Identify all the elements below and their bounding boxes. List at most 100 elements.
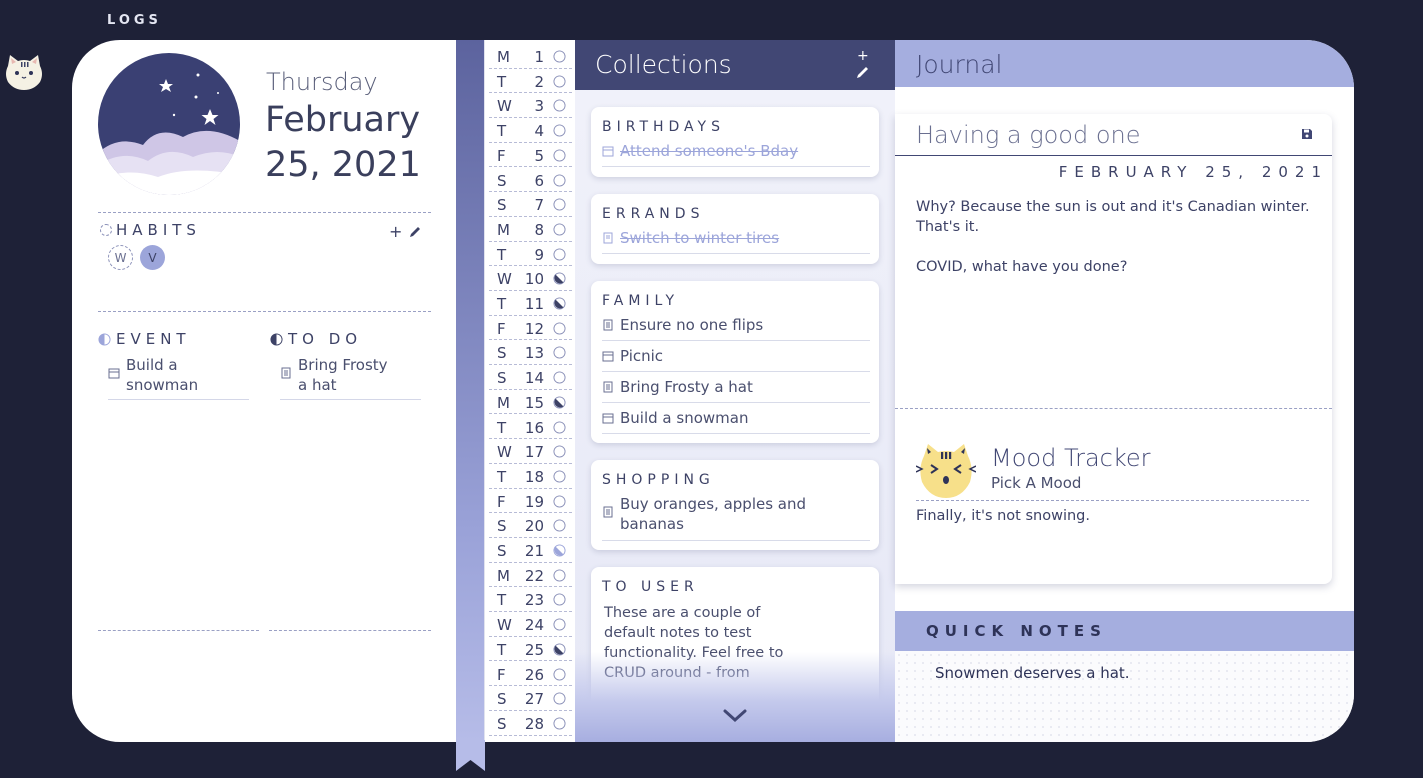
month-day-row[interactable]: S 14 (489, 365, 572, 390)
collection-title: FAMILY (602, 293, 680, 309)
day-letter: S (497, 171, 507, 190)
day-mood-circle-icon[interactable] (553, 272, 566, 285)
add-collection-button[interactable]: + (857, 48, 869, 64)
habit-v-toggle[interactable]: V (140, 245, 165, 270)
month-day-row[interactable]: S 20 (489, 513, 572, 538)
event-item[interactable]: Build a snowman (108, 355, 248, 395)
collection-item[interactable]: Build a snowman (602, 408, 870, 434)
day-mood-circle-icon[interactable] (553, 346, 566, 359)
day-mood-circle-icon[interactable] (553, 667, 566, 681)
mood-note-text[interactable]: Finally, it's not snowing. (916, 508, 1090, 524)
item-underline (108, 399, 249, 400)
day-mood-circle-icon[interactable] (553, 124, 566, 137)
month-day-row[interactable]: S 27 (489, 686, 572, 711)
month-day-row[interactable]: T9 (489, 242, 572, 267)
day-mood-circle-icon[interactable] (553, 495, 566, 508)
month-day-row[interactable]: S 13 (489, 340, 572, 366)
month-day-row[interactable]: T 23 (489, 587, 572, 613)
logs-label[interactable]: LOGS (107, 13, 162, 28)
habit-w-toggle[interactable]: W (108, 245, 133, 270)
day-number: 4 (534, 122, 544, 141)
day-mood-circle-icon[interactable] (553, 297, 566, 310)
day-number: 18 (524, 467, 544, 486)
journal-entry-title-input[interactable]: Having a good one (916, 121, 1141, 149)
day-mood-circle-icon[interactable] (553, 322, 566, 335)
collection-item[interactable]: Picnic (602, 346, 870, 372)
month-day-row[interactable]: F5 (489, 143, 572, 168)
save-icon[interactable] (1301, 128, 1313, 140)
day-mood-circle-icon[interactable] (553, 618, 566, 631)
month-day-row[interactable]: W 10 (489, 266, 572, 291)
collection-card-errands[interactable]: ERRANDS Switch to winter tires (591, 194, 879, 264)
bullet-journal-book: Thursday February 25, 2021 HABITS + W V … (72, 40, 1354, 742)
date-full: February 25, 2021 (265, 100, 421, 185)
month-day-row[interactable]: M 22 (489, 563, 572, 588)
collection-card-birthdays[interactable]: BIRTHDAYS Attend someone's Bday (591, 107, 879, 177)
day-mood-circle-icon[interactable] (553, 75, 566, 88)
collection-item[interactable]: Ensure no one flips (602, 315, 870, 341)
day-mood-circle-icon[interactable] (553, 519, 566, 532)
habits-title: HABITS (116, 221, 201, 239)
day-mood-circle-icon[interactable] (553, 643, 566, 656)
day-mood-circle-icon[interactable] (553, 198, 566, 211)
pick-mood-link[interactable]: Pick A Mood (991, 474, 1081, 492)
day-mood-circle-icon[interactable] (553, 420, 566, 434)
month-day-row[interactable]: F 26 (489, 662, 572, 687)
month-day-row[interactable]: M8 (489, 217, 572, 242)
quick-notes-area[interactable]: Snowmen deserves a hat. (895, 651, 1354, 742)
collection-item[interactable]: Attend someone's Bday (602, 141, 870, 167)
day-mood-circle-icon[interactable] (553, 470, 566, 483)
month-day-row[interactable]: W3 (489, 93, 572, 119)
chevron-down-icon[interactable] (722, 708, 748, 724)
collection-item[interactable]: Switch to winter tires (602, 228, 870, 254)
day-mood-circle-icon[interactable] (553, 99, 566, 112)
event-title: EVENT (116, 330, 191, 348)
month-day-row[interactable]: M1 (489, 44, 572, 69)
month-day-row[interactable]: S 21 (489, 538, 572, 563)
journal-entry-body[interactable]: Why? Because the sun is out and it's Can… (916, 197, 1326, 297)
tiger-mood-face-icon[interactable] (916, 442, 976, 500)
day-mood-circle-icon[interactable] (553, 569, 566, 582)
month-day-row[interactable]: F 12 (489, 316, 572, 341)
day-mood-circle-icon[interactable] (553, 248, 566, 261)
day-mood-circle-icon[interactable] (553, 445, 566, 458)
month-day-row[interactable]: W 17 (489, 439, 572, 464)
todo-item[interactable]: Bring Frosty a hat (280, 355, 420, 395)
day-mood-circle-icon[interactable] (553, 371, 566, 384)
month-day-row[interactable]: T4 (489, 118, 572, 143)
month-day-row[interactable]: F 19 (489, 489, 572, 514)
collection-item[interactable]: Bring Frosty a hat (602, 377, 870, 403)
day-mood-circle-icon[interactable] (553, 173, 566, 187)
month-day-row[interactable]: T 25 (489, 637, 572, 662)
add-habit-button[interactable]: + (389, 222, 402, 241)
month-day-row[interactable]: T 16 (489, 415, 572, 440)
month-day-row[interactable]: S 28 (489, 711, 572, 736)
month-day-row[interactable]: W 24 (489, 612, 572, 637)
day-letter: W (497, 443, 512, 462)
day-mood-circle-icon[interactable] (553, 149, 566, 162)
note-icon (603, 232, 613, 244)
day-mood-circle-icon[interactable] (553, 396, 566, 409)
month-day-row[interactable]: T2 (489, 69, 572, 94)
day-mood-circle-icon[interactable] (553, 544, 566, 557)
day-number: 10 (524, 270, 544, 289)
collection-item[interactable]: Buy oranges, apples and bananas (602, 494, 870, 541)
day-mood-circle-icon[interactable] (553, 50, 566, 63)
journal-header: Journal (895, 40, 1354, 87)
month-day-row[interactable]: S7 (489, 192, 572, 217)
month-day-row[interactable]: T 11 (489, 291, 572, 316)
day-mood-circle-icon[interactable] (553, 692, 566, 705)
edit-habits-pencil-icon[interactable] (408, 225, 422, 239)
title-underline (895, 155, 1332, 156)
edit-collections-pencil-icon[interactable] (855, 64, 871, 80)
day-mood-circle-icon[interactable] (553, 223, 566, 236)
day-letter: T (497, 295, 507, 313)
day-mood-circle-icon[interactable] (553, 717, 566, 730)
month-day-row[interactable]: M 15 (489, 390, 572, 415)
month-day-row[interactable]: S6 (489, 168, 572, 193)
month-day-row[interactable]: T 18 (489, 464, 572, 489)
day-mood-circle-icon[interactable] (553, 593, 566, 606)
collection-card-shopping[interactable]: SHOPPING Buy oranges, apples and bananas (591, 460, 879, 550)
cat-avatar-icon[interactable] (4, 52, 44, 92)
collection-card-family[interactable]: FAMILY Ensure no one flips Picnic Bring … (591, 281, 879, 443)
